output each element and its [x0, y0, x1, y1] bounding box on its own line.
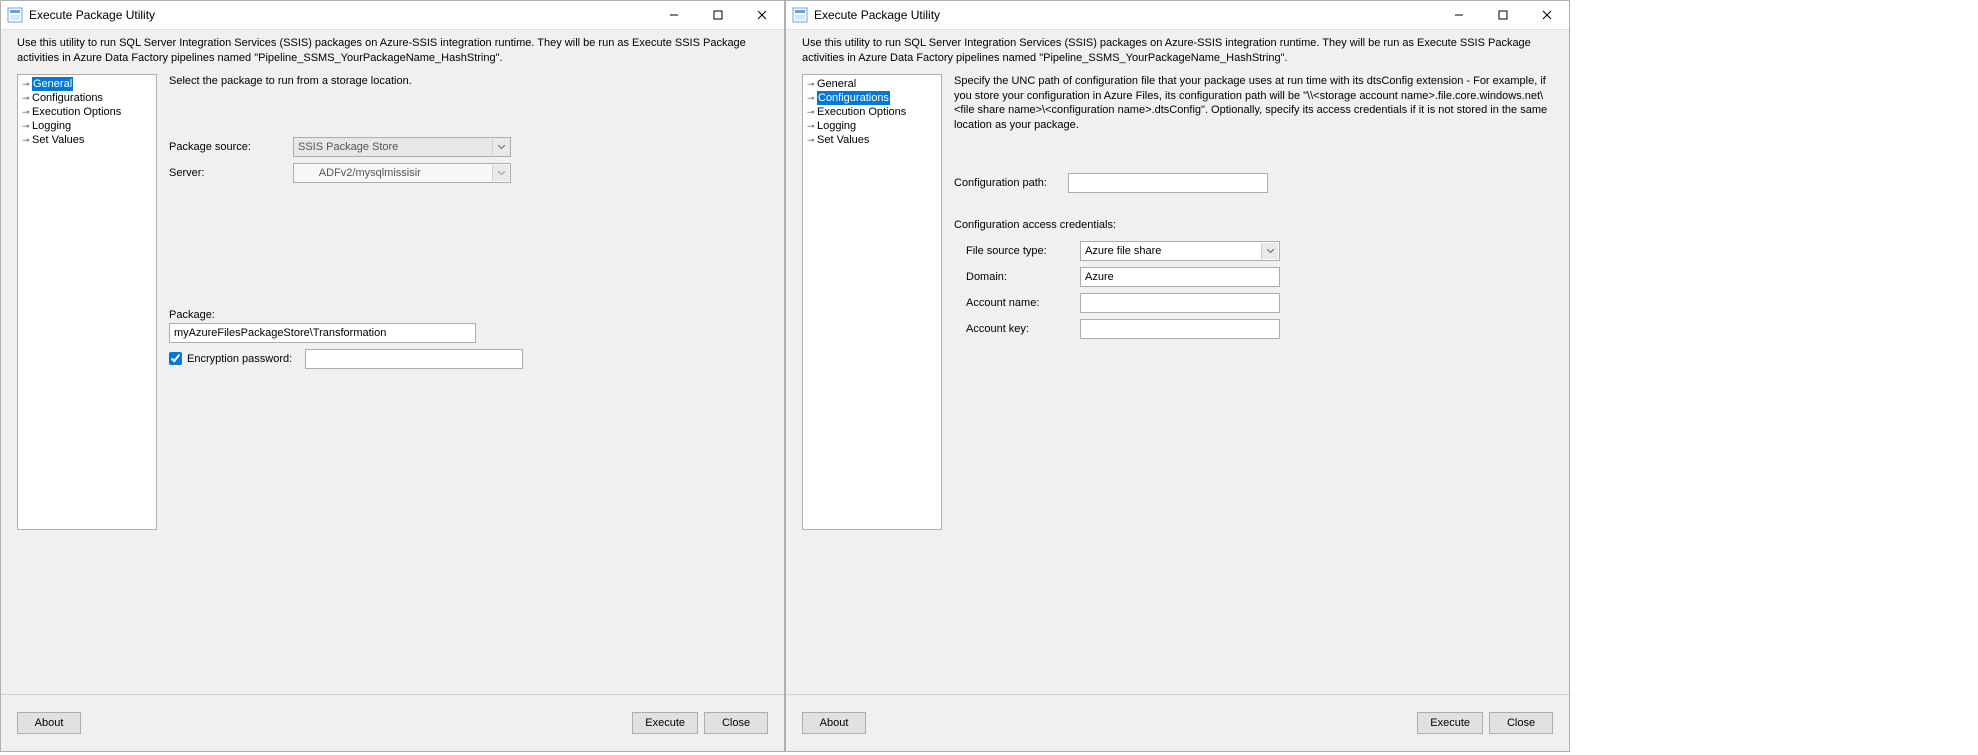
close-footer-button[interactable]: Close — [1489, 712, 1553, 734]
file-source-type-label: File source type: — [954, 245, 1080, 257]
package-source-label: Package source: — [169, 141, 293, 153]
app-icon — [7, 7, 23, 23]
encryption-checkbox[interactable] — [169, 352, 182, 365]
maximize-button[interactable] — [696, 1, 740, 29]
nav-item-execution-options[interactable]: ⊸Execution Options — [18, 105, 156, 119]
account-key-input[interactable] — [1080, 319, 1280, 339]
config-path-label: Configuration path: — [954, 177, 1068, 189]
account-name-input[interactable] — [1080, 293, 1280, 313]
pin-icon: ⊸ — [22, 105, 32, 119]
chevron-down-icon — [492, 139, 509, 155]
pin-icon: ⊸ — [807, 133, 817, 147]
window-configurations: Execute Package Utility Use this utility… — [785, 0, 1570, 752]
window-general: Execute Package Utility Use this utility… — [0, 0, 785, 752]
footer: About Execute Close — [786, 694, 1569, 751]
nav-item-logging[interactable]: ⊸Logging — [803, 119, 941, 133]
server-combo[interactable]: ADFv2/mysqlmissisir — [293, 163, 511, 183]
app-icon — [792, 7, 808, 23]
pin-icon: ⊸ — [807, 91, 817, 105]
file-source-type-combo[interactable]: Azure file share — [1080, 241, 1280, 261]
execute-button[interactable]: Execute — [632, 712, 698, 734]
nav-tree[interactable]: ⊸General ⊸Configurations ⊸Execution Opti… — [17, 74, 157, 530]
nav-item-general[interactable]: ⊸General — [803, 77, 941, 91]
panel-description: Select the package to run from a storage… — [169, 74, 768, 89]
titlebar: Execute Package Utility — [1, 1, 784, 30]
package-source-combo[interactable]: SSIS Package Store — [293, 137, 511, 157]
domain-input[interactable] — [1080, 267, 1280, 287]
window-title: Execute Package Utility — [814, 8, 1437, 22]
nav-item-set-values[interactable]: ⊸Set Values — [803, 133, 941, 147]
general-panel: Select the package to run from a storage… — [157, 74, 768, 694]
account-key-label: Account key: — [954, 323, 1080, 335]
intro-text: Use this utility to run SQL Server Integ… — [786, 30, 1569, 74]
minimize-button[interactable] — [1437, 1, 1481, 29]
close-button[interactable] — [1525, 1, 1569, 29]
nav-item-set-values[interactable]: ⊸Set Values — [18, 133, 156, 147]
pin-icon: ⊸ — [807, 77, 817, 91]
about-button[interactable]: About — [802, 712, 866, 734]
package-label: Package: — [169, 309, 215, 321]
execute-button[interactable]: Execute — [1417, 712, 1483, 734]
nav-item-general[interactable]: ⊸General — [18, 77, 156, 91]
close-button[interactable] — [740, 1, 784, 29]
config-path-input[interactable] — [1068, 173, 1268, 193]
nav-item-execution-options[interactable]: ⊸Execution Options — [803, 105, 941, 119]
intro-text: Use this utility to run SQL Server Integ… — [1, 30, 784, 74]
titlebar: Execute Package Utility — [786, 1, 1569, 30]
pin-icon: ⊸ — [807, 119, 817, 133]
nav-item-configurations[interactable]: ⊸Configurations — [18, 91, 156, 105]
close-footer-button[interactable]: Close — [704, 712, 768, 734]
pin-icon: ⊸ — [22, 119, 32, 133]
window-title: Execute Package Utility — [29, 8, 652, 22]
nav-tree[interactable]: ⊸General ⊸Configurations ⊸Execution Opti… — [802, 74, 942, 530]
server-label: Server: — [169, 167, 293, 179]
pin-icon: ⊸ — [22, 77, 32, 91]
nav-item-logging[interactable]: ⊸Logging — [18, 119, 156, 133]
account-name-label: Account name: — [954, 297, 1080, 309]
panel-description: Specify the UNC path of configuration fi… — [954, 74, 1553, 133]
chevron-down-icon — [1261, 243, 1278, 259]
chevron-down-icon — [492, 165, 509, 181]
pin-icon: ⊸ — [807, 105, 817, 119]
creds-heading: Configuration access credentials: — [954, 219, 1553, 231]
pin-icon: ⊸ — [22, 133, 32, 147]
pin-icon: ⊸ — [22, 91, 32, 105]
package-input[interactable] — [169, 323, 476, 343]
nav-item-configurations[interactable]: ⊸Configurations — [803, 91, 941, 105]
maximize-button[interactable] — [1481, 1, 1525, 29]
footer: About Execute Close — [1, 694, 784, 751]
domain-label: Domain: — [954, 271, 1080, 283]
configurations-panel: Specify the UNC path of configuration fi… — [942, 74, 1553, 694]
about-button[interactable]: About — [17, 712, 81, 734]
encryption-label: Encryption password: — [187, 353, 305, 365]
minimize-button[interactable] — [652, 1, 696, 29]
encryption-password-input[interactable] — [305, 349, 523, 369]
